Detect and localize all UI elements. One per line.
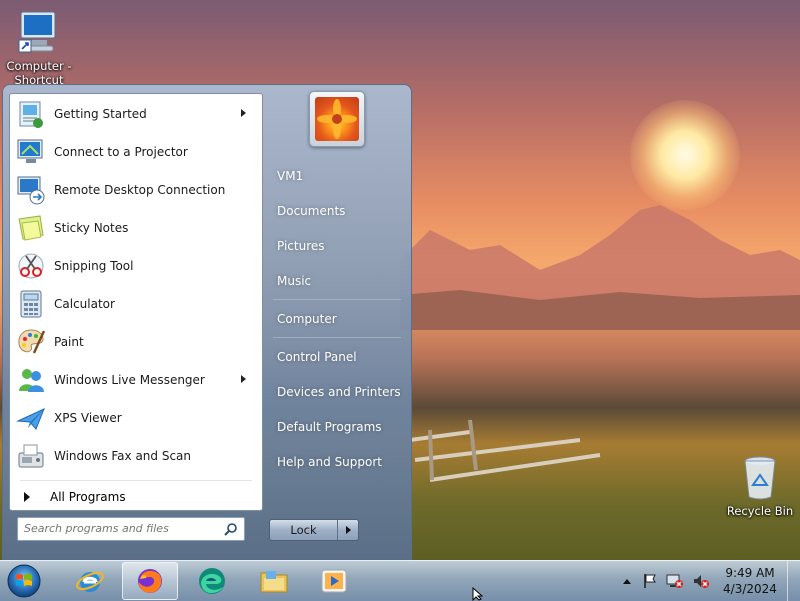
- program-getting-started[interactable]: Getting Started: [14, 96, 258, 132]
- calculator-icon: [20, 290, 42, 318]
- wallpaper-sun: [630, 100, 740, 210]
- recycle-bin-label: Recycle Bin: [726, 504, 794, 518]
- program-sticky-notes[interactable]: Sticky Notes: [14, 210, 258, 246]
- pictures-label: Pictures: [277, 239, 325, 253]
- xps-viewer-icon: [16, 408, 45, 430]
- start-default-programs[interactable]: Default Programs: [269, 412, 405, 442]
- program-windows-fax-scan[interactable]: Windows Fax and Scan: [14, 438, 258, 474]
- computer-shortcut-label: Computer - Shortcut: [6, 59, 72, 87]
- chevron-right-icon: [345, 526, 351, 534]
- remote-desktop-icon: [17, 176, 45, 205]
- start-devices-printers[interactable]: Devices and Printers: [269, 377, 405, 407]
- messenger-icon: [19, 369, 44, 392]
- wallpaper-fence: [410, 419, 601, 482]
- program-calculator[interactable]: Calculator: [14, 286, 258, 322]
- program-label: Calculator: [54, 297, 115, 311]
- programs-separator: [20, 480, 252, 481]
- start-documents[interactable]: Documents: [269, 196, 405, 226]
- mouse-cursor-icon: [472, 587, 484, 601]
- documents-label: Documents: [277, 204, 346, 218]
- action-center-flag-icon[interactable]: [642, 573, 658, 589]
- taskbar-media-player[interactable]: [306, 562, 362, 600]
- program-label: Paint: [54, 335, 84, 349]
- computer-label: Computer: [277, 312, 337, 326]
- lock-button[interactable]: Lock: [270, 520, 338, 540]
- control-panel-label: Control Panel: [277, 350, 357, 364]
- program-label: Windows Fax and Scan: [54, 449, 192, 463]
- lock-button-group: Lock: [269, 519, 359, 541]
- wallpaper-mountains: [400, 205, 800, 330]
- desktop-computer-shortcut[interactable]: Computer - Shortcut: [2, 10, 76, 87]
- start-user-folder[interactable]: VM1: [269, 161, 405, 191]
- system-clock[interactable]: 9:49 AM 4/3/2024: [722, 565, 778, 597]
- all-programs-button[interactable]: All Programs: [20, 486, 126, 508]
- program-paint[interactable]: Paint: [14, 324, 258, 360]
- recycle-bin-icon: [744, 456, 776, 500]
- start-computer[interactable]: Computer: [269, 304, 405, 334]
- paint-palette-icon: [18, 329, 46, 354]
- help-support-label: Help and Support: [277, 455, 382, 469]
- right-pane-separator: [273, 337, 401, 338]
- show-hidden-icons-icon[interactable]: [622, 577, 632, 585]
- taskbar: 9:49 AM 4/3/2024: [0, 560, 800, 601]
- right-pane-separator: [273, 299, 401, 300]
- all-programs-label: All Programs: [50, 490, 126, 504]
- scissors-icon: [18, 253, 44, 279]
- submenu-arrow-icon[interactable]: [241, 109, 246, 117]
- program-label: Remote Desktop Connection: [54, 183, 226, 197]
- media-player-icon: [321, 569, 347, 593]
- network-disconnected-icon[interactable]: [666, 573, 684, 589]
- start-music[interactable]: Music: [269, 266, 405, 296]
- internet-explorer-icon: [76, 571, 104, 592]
- program-label: Windows Live Messenger: [54, 373, 205, 387]
- computer-icon: [18, 11, 56, 53]
- start-control-panel[interactable]: Control Panel: [269, 342, 405, 372]
- search-input[interactable]: [18, 518, 220, 538]
- firefox-icon: [138, 569, 162, 593]
- volume-muted-icon[interactable]: [692, 573, 710, 589]
- show-desktop-button[interactable]: [787, 561, 800, 601]
- devices-printers-label: Devices and Printers: [277, 385, 401, 399]
- desktop-recycle-bin[interactable]: Recycle Bin: [723, 455, 797, 518]
- all-programs-arrow-icon: [24, 492, 30, 502]
- program-snipping-tool[interactable]: Snipping Tool: [14, 248, 258, 284]
- start-pictures[interactable]: Pictures: [269, 231, 405, 261]
- start-button[interactable]: [4, 563, 44, 599]
- file-explorer-icon: [260, 571, 288, 593]
- user-account-picture[interactable]: [309, 91, 365, 147]
- clock-date: 4/3/2024: [723, 582, 777, 596]
- program-label: Getting Started: [54, 107, 147, 121]
- submenu-arrow-icon[interactable]: [241, 375, 246, 383]
- search-programs-box[interactable]: [17, 517, 245, 541]
- program-remote-desktop[interactable]: Remote Desktop Connection: [14, 172, 258, 208]
- start-menu-programs-pane: Getting Started Connect to a Projector R…: [9, 93, 263, 511]
- default-programs-label: Default Programs: [277, 420, 382, 434]
- program-label: Sticky Notes: [54, 221, 129, 235]
- sticky-notes-icon: [18, 215, 44, 241]
- program-label: XPS Viewer: [54, 411, 122, 425]
- program-label: Connect to a Projector: [54, 145, 188, 159]
- taskbar-file-explorer[interactable]: [246, 562, 302, 600]
- start-help-support[interactable]: Help and Support: [269, 447, 405, 477]
- music-label: Music: [277, 274, 312, 288]
- clock-time: 9:49 AM: [725, 566, 775, 580]
- shutdown-options-button[interactable]: [338, 520, 358, 540]
- search-icon[interactable]: [224, 522, 238, 536]
- start-menu: Getting Started Connect to a Projector R…: [2, 84, 412, 562]
- program-xps-viewer[interactable]: XPS Viewer: [14, 400, 258, 436]
- edge-icon: [199, 568, 225, 594]
- taskbar-edge[interactable]: [184, 562, 240, 600]
- program-windows-live-messenger[interactable]: Windows Live Messenger: [14, 362, 258, 398]
- taskbar-internet-explorer[interactable]: [62, 562, 118, 600]
- program-connect-projector[interactable]: Connect to a Projector: [14, 134, 258, 170]
- getting-started-icon: [19, 101, 43, 128]
- taskbar-firefox[interactable]: [122, 562, 178, 600]
- program-label: Snipping Tool: [54, 259, 134, 273]
- fax-icon: [18, 444, 44, 468]
- flower-icon: [315, 97, 359, 141]
- projector-icon: [17, 139, 43, 163]
- lock-label: Lock: [290, 523, 317, 537]
- user-name-label: VM1: [277, 169, 304, 183]
